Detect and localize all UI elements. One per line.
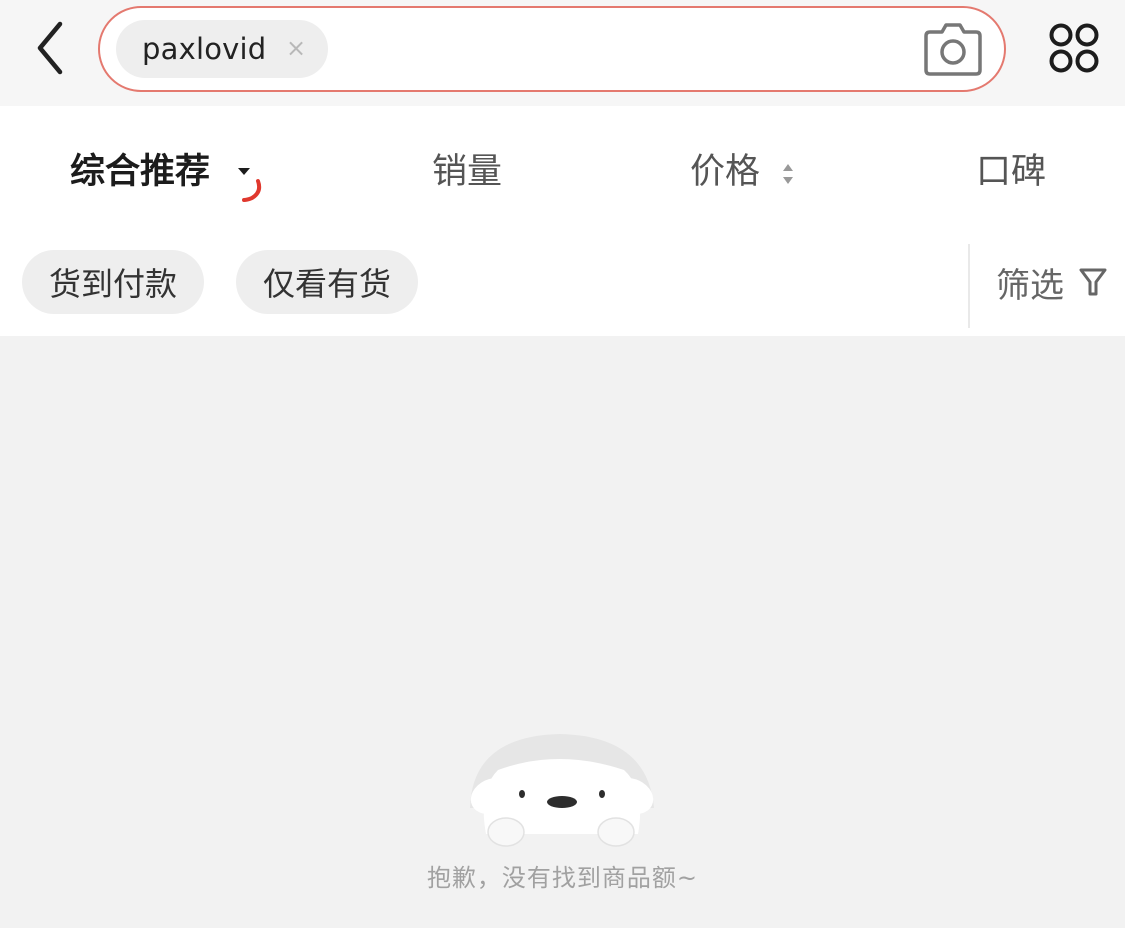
empty-message: 抱歉，没有找到商品额~ [426, 864, 699, 892]
more-menu-button[interactable] [1044, 18, 1106, 80]
chip-cash-on-delivery[interactable]: 货到付款 [22, 250, 204, 314]
chevron-left-icon [37, 21, 63, 75]
search-keyword-tag[interactable]: paxlovid × [116, 20, 328, 78]
sort-reputation[interactable]: 口碑 [976, 152, 1046, 192]
sort-price[interactable]: 价格 [690, 152, 760, 192]
camera-search-button[interactable] [922, 20, 984, 78]
search-results-page: paxlovid × 综合推荐 销量 价格 口碑 货到付款 仅看有货 筛选 抱歉… [0, 0, 1125, 928]
sort-bar: 综合推荐 销量 价格 口碑 [0, 106, 1125, 236]
sort-sales[interactable]: 销量 [432, 152, 502, 192]
clear-keyword-icon[interactable]: × [286, 36, 306, 60]
search-header: paxlovid × [0, 0, 1125, 106]
search-box[interactable]: paxlovid × [98, 6, 1006, 92]
search-keyword-label: paxlovid [142, 32, 267, 66]
back-button[interactable] [26, 18, 78, 78]
puppy-illustration [470, 734, 654, 847]
chip-in-stock-only[interactable]: 仅看有货 [236, 250, 418, 314]
sort-comprehensive[interactable]: 综合推荐 [70, 152, 210, 192]
loading-indicator-icon [242, 179, 262, 202]
filter-divider [968, 244, 970, 328]
filter-bar: 货到付款 仅看有货 筛选 [0, 236, 1125, 336]
sort-arrows-icon [783, 164, 793, 184]
camera-icon [924, 23, 982, 76]
caret-down-icon [238, 168, 250, 175]
filter-label: 筛选 [996, 265, 1064, 306]
grid-four-circles-icon [1049, 23, 1099, 73]
funnel-icon [1079, 268, 1107, 296]
filter-button[interactable]: 筛选 [996, 260, 1108, 306]
